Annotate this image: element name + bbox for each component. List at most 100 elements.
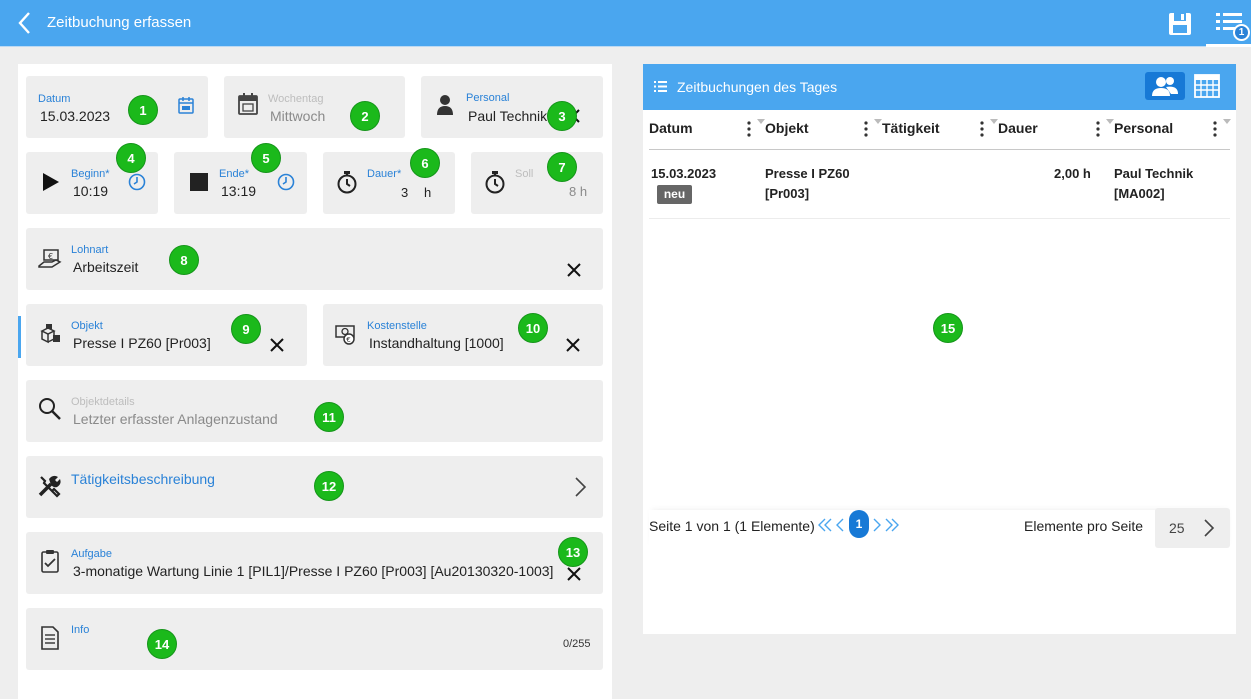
column-menu-icon[interactable]: [746, 121, 752, 137]
objekt-field[interactable]: Objekt Presse I PZ60 [Pr003]: [26, 304, 307, 366]
document-icon: [41, 626, 59, 650]
row-personal-code: [MA002]: [1114, 186, 1165, 201]
per-page-select[interactable]: 25: [1155, 508, 1230, 548]
datum-label: Datum: [38, 93, 71, 105]
calendar-icon[interactable]: [178, 96, 194, 114]
dauer-value: 3: [401, 185, 409, 200]
annotation-marker: 13: [558, 537, 588, 567]
column-header-datum[interactable]: Datum: [649, 120, 693, 136]
row-objekt-code: [Pr003]: [765, 186, 810, 201]
person-view-button[interactable]: [1145, 72, 1185, 100]
save-icon[interactable]: [1166, 10, 1194, 38]
hand-money-icon: €: [38, 249, 62, 268]
annotation-marker: 5: [251, 143, 281, 173]
personal-value: Paul Technik: [468, 108, 548, 124]
column-menu-icon[interactable]: [1212, 121, 1218, 137]
current-page-button[interactable]: 1: [849, 510, 869, 538]
annotation-marker: 3: [547, 101, 577, 131]
clipboard-check-icon: [41, 550, 59, 573]
booking-list-button[interactable]: 1: [1206, 0, 1251, 47]
datum-value: 15.03.2023: [40, 108, 111, 124]
calendar-icon: [238, 93, 258, 115]
datum-field[interactable]: Datum 15.03.2023: [26, 76, 208, 138]
annotation-marker: 7: [547, 152, 577, 182]
objekt-value: Presse I PZ60 [Pr003]: [73, 335, 211, 351]
close-icon[interactable]: [566, 566, 582, 582]
pagination-summary: Seite 1 von 1 (1 Elemente): [649, 518, 815, 534]
objektdetails-value: Letzter erfasster Anlagenzustand: [73, 411, 278, 427]
first-page-icon[interactable]: [818, 518, 832, 532]
last-page-icon[interactable]: [885, 518, 899, 532]
annotation-marker: 15: [933, 313, 963, 343]
ende-label: Ende*: [219, 168, 249, 180]
booking-form: Datum 15.03.2023 Wochentag Mittwoch Pers…: [18, 64, 612, 699]
list-count-badge: 1: [1233, 24, 1250, 41]
column-resize-marker: [1223, 119, 1231, 124]
dauer-label: Dauer*: [367, 168, 402, 180]
lohnart-field[interactable]: € Lohnart Arbeitszeit: [26, 228, 603, 290]
close-icon[interactable]: [269, 337, 285, 353]
column-header-taetigkeit[interactable]: Tätigkeit: [882, 120, 940, 136]
next-page-icon[interactable]: [872, 518, 882, 532]
table-view-icon[interactable]: [1194, 74, 1220, 98]
column-resize-marker: [990, 119, 998, 124]
column-menu-icon[interactable]: [979, 121, 985, 137]
per-page-value: 25: [1169, 520, 1185, 536]
column-resize-marker: [1106, 119, 1114, 124]
clock-icon[interactable]: [277, 173, 295, 191]
beginn-value: 10:19: [73, 183, 109, 199]
kostenstelle-label: Kostenstelle: [367, 320, 427, 332]
close-icon[interactable]: [565, 337, 581, 353]
svg-text:€: €: [346, 336, 350, 344]
row-dauer: 2,00 h: [1054, 166, 1091, 181]
wochentag-field: Wochentag Mittwoch: [224, 76, 405, 138]
stop-icon: [190, 173, 208, 191]
per-page-label: Elemente pro Seite: [1024, 518, 1144, 534]
annotation-marker: 2: [350, 101, 380, 131]
lohnart-value: Arbeitszeit: [73, 259, 139, 275]
page-title: Zeitbuchung erfassen: [47, 14, 192, 31]
column-resize-marker: [757, 119, 765, 124]
header-divider: [649, 149, 1230, 150]
person-icon: [437, 95, 453, 115]
chevron-right-icon[interactable]: [573, 476, 587, 498]
row-divider: [649, 218, 1230, 219]
column-header-personal[interactable]: Personal: [1114, 120, 1173, 136]
back-icon[interactable]: [14, 10, 36, 36]
taetigkeitsbeschreibung-label: Tätigkeitsbeschreibung: [71, 471, 215, 487]
previous-page-icon[interactable]: [835, 518, 845, 532]
tools-icon: [38, 475, 61, 498]
annotation-marker: 14: [147, 629, 177, 659]
day-bookings-panel: Zeitbuchungen des Tages Datum Objekt Tät…: [643, 64, 1236, 634]
dauer-unit: h: [424, 185, 432, 200]
ende-field[interactable]: Ende* 13:19: [174, 152, 307, 214]
objektdetails-label: Objektdetails: [71, 396, 135, 408]
personal-label: Personal: [466, 92, 510, 104]
kostenstelle-field[interactable]: € Kostenstelle Instandhaltung [1000]: [323, 304, 603, 366]
row-objekt-name: Presse I PZ60: [765, 166, 850, 181]
money-icon: €: [335, 325, 355, 345]
column-header-objekt[interactable]: Objekt: [765, 120, 809, 136]
app-header: Zeitbuchung erfassen 1: [0, 0, 1251, 47]
annotation-marker: 10: [518, 313, 548, 343]
day-bookings-header: Zeitbuchungen des Tages: [643, 64, 1236, 110]
users-icon: [1152, 77, 1178, 96]
annotation-marker: 6: [410, 148, 440, 178]
clock-icon[interactable]: [128, 173, 146, 191]
search-icon: [39, 398, 61, 420]
column-menu-icon[interactable]: [863, 121, 869, 137]
close-icon[interactable]: [566, 262, 582, 278]
info-field[interactable]: Info 0/255: [26, 608, 603, 670]
boxes-icon: [40, 324, 60, 344]
personal-field[interactable]: Personal Paul Technik: [421, 76, 603, 138]
annotation-marker: 11: [314, 402, 344, 432]
column-header-dauer[interactable]: Dauer: [998, 120, 1038, 136]
lohnart-label: Lohnart: [71, 244, 109, 256]
column-menu-icon[interactable]: [1095, 121, 1101, 137]
menu-icon: [654, 81, 667, 92]
soll-label: Soll: [515, 168, 534, 180]
annotation-marker: 12: [314, 471, 344, 501]
aufgabe-field[interactable]: Aufgabe 3-monatige Wartung Linie 1 [PIL1…: [26, 532, 603, 594]
annotation-marker: 1: [128, 95, 158, 125]
soll-field: Soll 8 h: [471, 152, 603, 214]
